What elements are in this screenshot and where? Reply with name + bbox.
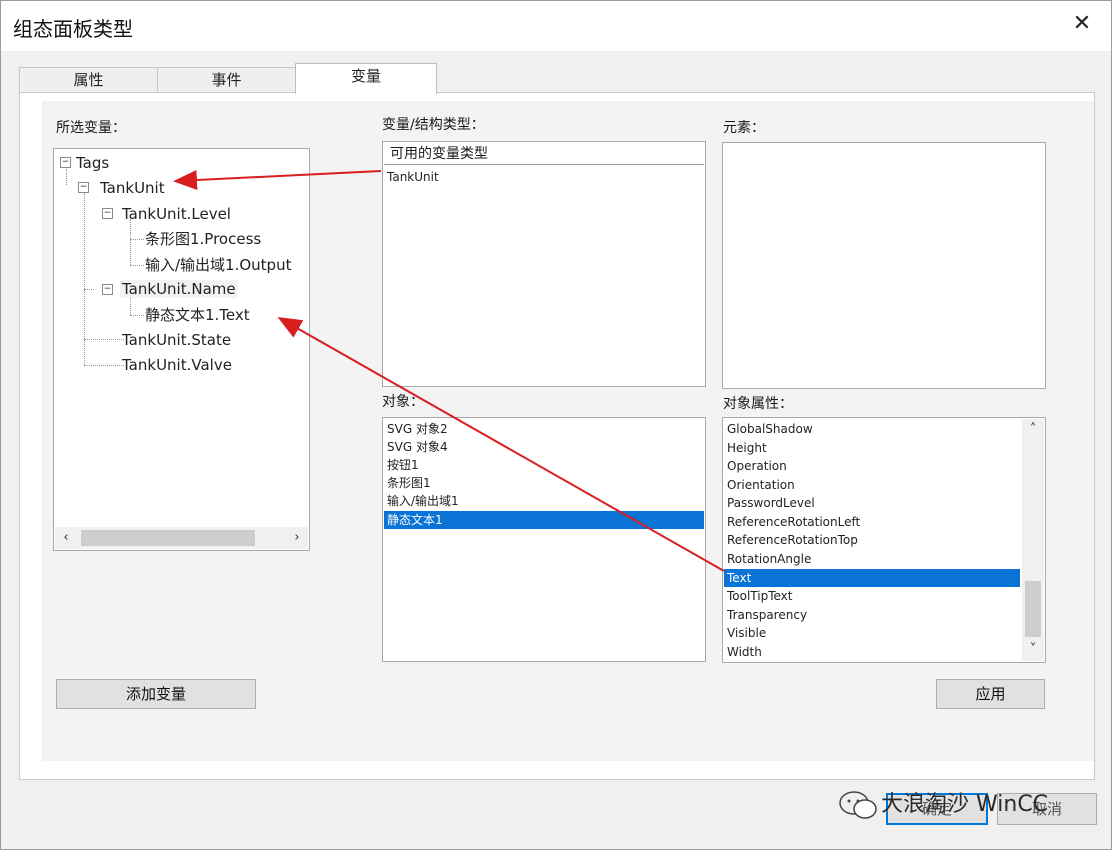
horizontal-scrollbar[interactable]: ‹ › bbox=[55, 527, 308, 549]
wechat-icon bbox=[839, 791, 877, 819]
selected-variables-label: 所选变量： bbox=[56, 120, 126, 136]
list-item[interactable]: SVG 对象4 bbox=[387, 438, 448, 456]
list-item[interactable]: 输入/输出域1 bbox=[387, 492, 459, 510]
tree-node-tankunit[interactable]: TankUnit bbox=[100, 179, 165, 197]
variable-struct-type-label: 变量/结构类型： bbox=[382, 117, 485, 133]
list-item[interactable]: Orientation bbox=[727, 476, 795, 494]
tree-node-tankunit-name[interactable]: TankUnit.Name bbox=[120, 280, 238, 298]
objects-label: 对象： bbox=[382, 394, 424, 410]
watermark: 大浪淘沙 WinCC bbox=[881, 792, 1049, 817]
list-item[interactable]: Height bbox=[727, 439, 767, 457]
tree-node-tags[interactable]: Tags bbox=[76, 154, 109, 172]
list-item[interactable]: ReferenceRotationTop bbox=[727, 531, 858, 549]
scrollbar-thumb[interactable] bbox=[1025, 581, 1041, 637]
collapse-icon[interactable]: − bbox=[102, 284, 113, 295]
variable-type-header: 可用的变量类型 bbox=[384, 143, 704, 165]
list-item[interactable]: PasswordLevel bbox=[727, 494, 815, 512]
scroll-right-icon[interactable]: › bbox=[286, 527, 308, 549]
scroll-left-icon[interactable]: ‹ bbox=[55, 527, 77, 549]
list-item[interactable]: Width bbox=[727, 643, 762, 661]
tree-node-tankunit-state[interactable]: TankUnit.State bbox=[122, 331, 231, 349]
list-item[interactable]: TankUnit bbox=[387, 168, 439, 186]
add-variable-button[interactable]: 添加变量 bbox=[56, 679, 256, 709]
title-bar: 组态面板类型 ✕ bbox=[1, 1, 1111, 51]
tab-properties[interactable]: 属性 bbox=[19, 67, 158, 93]
apply-button[interactable]: 应用 bbox=[936, 679, 1045, 709]
list-item[interactable]: RotationAngle bbox=[727, 550, 811, 568]
dialog-title: 组态面板类型 bbox=[13, 17, 133, 41]
vertical-scrollbar[interactable]: ˄ ˅ bbox=[1022, 419, 1044, 661]
tree-node-bar-process[interactable]: 条形图1.Process bbox=[145, 230, 261, 248]
variable-tree[interactable]: − Tags − TankUnit − TankUnit.Level 条形图1.… bbox=[53, 148, 310, 551]
elements-label: 元素： bbox=[723, 120, 765, 136]
close-icon[interactable]: ✕ bbox=[1067, 9, 1097, 39]
list-item[interactable]: Operation bbox=[727, 457, 787, 475]
dialog-window: 组态面板类型 ✕ 属性 事件 变量 所选变量： − Tags − TankUni… bbox=[0, 0, 1112, 850]
scroll-up-icon[interactable]: ˄ bbox=[1022, 419, 1044, 441]
tree-node-static-text[interactable]: 静态文本1.Text bbox=[145, 306, 250, 324]
list-item[interactable]: 条形图1 bbox=[387, 474, 431, 492]
elements-list[interactable] bbox=[722, 142, 1046, 389]
tab-events[interactable]: 事件 bbox=[157, 67, 296, 93]
collapse-icon[interactable]: − bbox=[78, 182, 89, 193]
collapse-icon[interactable]: − bbox=[60, 157, 71, 168]
collapse-icon[interactable]: − bbox=[102, 208, 113, 219]
list-item[interactable]: ReferenceRotationLeft bbox=[727, 513, 860, 531]
list-item[interactable]: ToolTipText bbox=[727, 587, 793, 605]
list-item[interactable]: Visible bbox=[727, 624, 766, 642]
variable-type-list[interactable]: 可用的变量类型 TankUnit bbox=[382, 141, 706, 387]
scrollbar-thumb[interactable] bbox=[81, 530, 255, 546]
object-properties-list[interactable]: GlobalShadow Height Operation Orientatio… bbox=[722, 417, 1046, 663]
list-item[interactable]: 按钮1 bbox=[387, 456, 419, 474]
tab-variables[interactable]: 变量 bbox=[295, 63, 437, 94]
list-item[interactable]: SVG 对象2 bbox=[387, 420, 448, 438]
list-item[interactable]: Transparency bbox=[727, 606, 807, 624]
objects-list[interactable]: SVG 对象2 SVG 对象4 按钮1 条形图1 输入/输出域1 静态文本1 bbox=[382, 417, 706, 662]
list-item-selected[interactable]: Text bbox=[724, 569, 1020, 587]
tree-node-tankunit-level[interactable]: TankUnit.Level bbox=[122, 205, 231, 223]
list-item[interactable]: GlobalShadow bbox=[727, 420, 813, 438]
tree-node-tankunit-valve[interactable]: TankUnit.Valve bbox=[122, 356, 232, 374]
list-item-selected[interactable]: 静态文本1 bbox=[384, 511, 704, 529]
object-properties-label: 对象属性： bbox=[723, 396, 793, 412]
tree-node-io-output[interactable]: 输入/输出域1.Output bbox=[145, 256, 291, 274]
scroll-down-icon[interactable]: ˅ bbox=[1022, 639, 1044, 661]
